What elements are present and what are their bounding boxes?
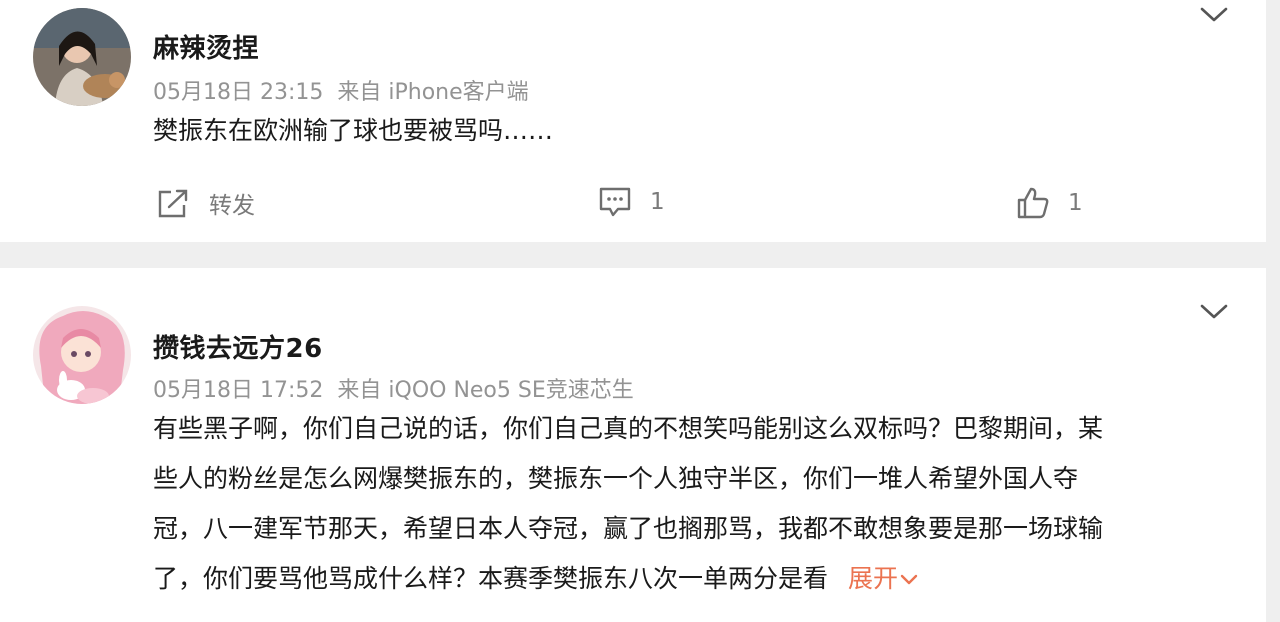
comment-source: 来自 iQOO Neo5 SE竞速芯生 bbox=[337, 378, 634, 403]
chevron-down-icon bbox=[900, 574, 918, 585]
expand-link[interactable]: 展开 bbox=[848, 564, 918, 593]
like-button[interactable]: 1 bbox=[1016, 186, 1083, 220]
like-icon bbox=[1017, 187, 1049, 219]
comment-text-line: 了，你们要骂他骂成什么样？本赛季樊振东八次一单两分是看 展开 bbox=[153, 554, 1103, 604]
comment-text-line: 樊振东在欧洲输了球也要被骂吗…… bbox=[153, 116, 554, 145]
expand-label: 展开 bbox=[848, 564, 899, 593]
comment-icon bbox=[599, 187, 631, 217]
comment-text-tail: 了，你们要骂他骂成什么样？本赛季樊振东八次一单两分是看 bbox=[153, 564, 829, 593]
comment-date: 05月18日 23:15 bbox=[153, 80, 324, 105]
comment-text-line: 冠，八一建军节那天，希望日本人夺冠，赢了也搁那骂，我都不敢想象要是那一场球输 bbox=[153, 514, 1104, 543]
comment-button[interactable]: 1 bbox=[598, 186, 665, 218]
comment-text-line: 些人的粉丝是怎么网爆樊振东的，樊振东一个人独守半区，你们一堆人希望外国人夺 bbox=[153, 464, 1079, 493]
chevron-down-icon[interactable] bbox=[1199, 5, 1229, 25]
comment-text: 樊振东在欧洲输了球也要被骂吗…… bbox=[153, 106, 553, 156]
comment-card: 攒钱去远方26 05月18日 17:52 来自 iQOO Neo5 SE竞速芯生 … bbox=[0, 268, 1266, 622]
comment-meta: 05月18日 17:52 来自 iQOO Neo5 SE竞速芯生 bbox=[153, 372, 634, 404]
avatar[interactable] bbox=[33, 8, 131, 106]
comment-date: 05月18日 17:52 bbox=[153, 378, 324, 403]
repost-icon bbox=[158, 189, 188, 218]
comment-source: 来自 iPhone客户端 bbox=[337, 80, 529, 105]
like-count: 1 bbox=[1068, 190, 1083, 216]
comment-count: 1 bbox=[650, 189, 665, 215]
repost-button[interactable]: 转发 bbox=[157, 186, 255, 220]
comment-meta: 05月18日 23:15 来自 iPhone客户端 bbox=[153, 74, 529, 106]
avatar[interactable] bbox=[33, 306, 131, 404]
comment-text-line: 有些黑子啊，你们自己说的话，你们自己真的不想笑吗能别这么双标吗？巴黎期间，某 bbox=[153, 414, 1104, 443]
username[interactable]: 麻辣烫捏 bbox=[153, 28, 259, 65]
repost-label: 转发 bbox=[209, 193, 255, 219]
comment-text: 有些黑子啊，你们自己说的话，你们自己真的不想笑吗能别这么双标吗？巴黎期间，某 些… bbox=[153, 404, 1103, 604]
chevron-down-icon[interactable] bbox=[1199, 302, 1229, 322]
comment-feed: 麻辣烫捏 05月18日 23:15 来自 iPhone客户端 樊振东在欧洲输了球也… bbox=[0, 0, 1280, 622]
comment-card: 麻辣烫捏 05月18日 23:15 来自 iPhone客户端 樊振东在欧洲输了球也… bbox=[0, 0, 1266, 242]
username[interactable]: 攒钱去远方26 bbox=[153, 328, 323, 365]
